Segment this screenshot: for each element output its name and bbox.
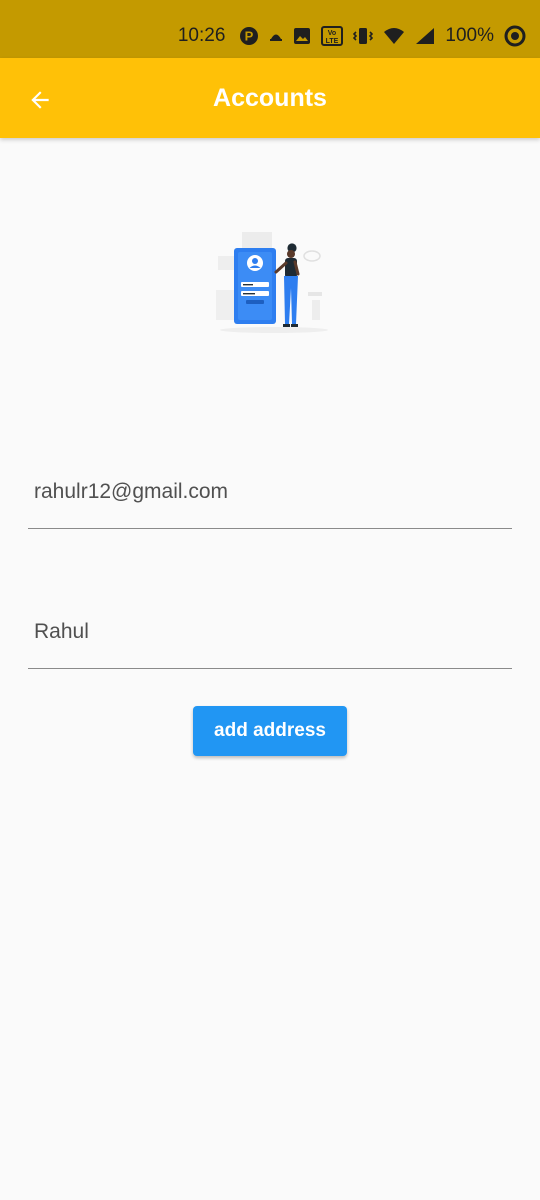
battery-percent: 100% bbox=[445, 25, 494, 46]
add-address-button[interactable]: add address bbox=[193, 706, 347, 756]
status-time: 10:26 bbox=[177, 25, 226, 46]
svg-text:P: P bbox=[245, 29, 254, 44]
name-input[interactable] bbox=[28, 620, 512, 644]
p-app-icon: P bbox=[239, 26, 259, 46]
app-bar: Accounts bbox=[0, 58, 540, 138]
name-field[interactable] bbox=[28, 598, 512, 669]
image-icon bbox=[293, 27, 311, 45]
email-input[interactable] bbox=[28, 480, 512, 504]
signal-icon bbox=[415, 27, 435, 45]
login-illustration bbox=[212, 228, 334, 336]
svg-text:Vo: Vo bbox=[328, 30, 336, 37]
status-bar: 10:26 P Vo LTE 100% bbox=[0, 0, 540, 58]
vibrate-icon bbox=[353, 26, 374, 46]
battery-icon bbox=[504, 25, 526, 47]
notification-icon bbox=[269, 30, 283, 42]
wifi-icon bbox=[383, 27, 405, 45]
page-title: Accounts bbox=[213, 84, 327, 112]
svg-text:LTE: LTE bbox=[326, 38, 339, 45]
volte-icon: Vo LTE bbox=[321, 26, 344, 46]
email-field[interactable] bbox=[28, 458, 512, 529]
